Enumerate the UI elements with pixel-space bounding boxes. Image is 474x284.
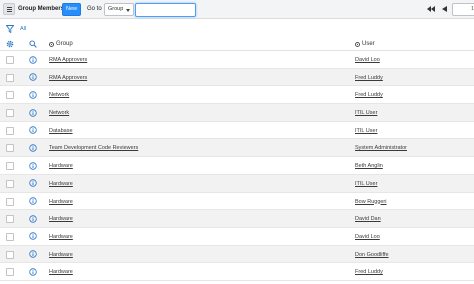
table-row: Hardware Beth Anglin [0, 157, 474, 175]
user-link[interactable]: ITIL User [355, 181, 377, 187]
row-select-checkbox[interactable] [6, 73, 14, 82]
search-icon[interactable] [29, 40, 37, 48]
info-circle-icon[interactable] [29, 161, 37, 170]
row-select-checkbox[interactable] [6, 144, 14, 153]
user-link[interactable]: ITIL User [355, 110, 377, 116]
hamburger-menu-icon[interactable] [3, 3, 15, 15]
list-title: Group Members [18, 6, 65, 12]
group-link[interactable]: Hardware [49, 216, 73, 222]
list-body: RMA Approvers David Loo RMA Approvers Fred … [0, 51, 474, 281]
goto-select-value: Group [108, 6, 124, 12]
user-link[interactable]: ITIL User [355, 128, 377, 134]
info-circle-icon[interactable] [29, 144, 37, 152]
column-header-user[interactable]: User [355, 41, 375, 47]
group-link[interactable]: RMA Approvers [49, 75, 87, 81]
table-row: Hardware Don Goodliffe [0, 245, 474, 264]
row-select-checkbox[interactable] [6, 91, 14, 100]
group-link[interactable]: Network [49, 110, 69, 116]
user-link[interactable]: Fred Luddy [355, 269, 383, 275]
row-select-checkbox[interactable] [6, 109, 14, 118]
info-circle-icon[interactable] [29, 250, 37, 258]
group-link[interactable]: Hardware [49, 252, 73, 258]
table-row: Hardware David Loo [0, 228, 474, 246]
info-circle-icon[interactable] [29, 55, 37, 64]
user-link[interactable]: Bow Ruggeri [355, 199, 387, 205]
info-circle-icon[interactable] [29, 126, 37, 134]
table-row: Hardware ITIL User [0, 174, 474, 193]
table-row: Network ITIL User [0, 104, 474, 122]
user-link[interactable]: Beth Anglin [355, 163, 383, 169]
row-select-checkbox[interactable] [6, 126, 14, 135]
row-select-checkbox[interactable] [6, 268, 14, 277]
goto-label: Go to [87, 6, 102, 12]
user-link[interactable]: Fred Luddy [355, 92, 383, 98]
info-circle-icon[interactable] [29, 214, 37, 223]
group-link[interactable]: Database [49, 128, 73, 134]
row-select-checkbox[interactable] [6, 250, 14, 259]
goto-field-select[interactable]: Group [104, 3, 134, 16]
table-row: Network Fred Luddy [0, 86, 474, 105]
user-link[interactable]: Don Goodliffe [355, 252, 389, 258]
row-select-checkbox[interactable] [6, 179, 14, 188]
table-row: Hardware David Dan [0, 210, 474, 228]
column-options-icon[interactable] [355, 41, 360, 47]
group-link[interactable]: Hardware [49, 163, 73, 169]
info-circle-icon[interactable] [29, 232, 37, 241]
info-circle-icon[interactable] [29, 179, 37, 188]
table-row: RMA Approvers Fred Luddy [0, 68, 474, 87]
search-input[interactable] [135, 3, 196, 17]
user-link[interactable]: David Loo [355, 57, 380, 63]
list-header: Group Members New Go to Group 1 [0, 0, 474, 19]
group-link[interactable]: RMA Approvers [49, 57, 87, 63]
user-link[interactable]: David Loo [355, 234, 380, 240]
gear-icon[interactable] [6, 40, 14, 48]
info-circle-icon[interactable] [29, 108, 37, 117]
column-header-row: Group User [0, 37, 474, 51]
new-button[interactable]: New [62, 3, 81, 16]
row-select-checkbox[interactable] [6, 56, 14, 64]
info-circle-icon[interactable] [29, 197, 37, 205]
user-link[interactable]: David Dan [355, 216, 381, 222]
user-link[interactable]: Fred Luddy [355, 75, 383, 81]
table-row: Team Development Code Reviewers System Ad… [0, 139, 474, 158]
column-options-icon[interactable] [49, 41, 54, 47]
column-user-label: User [362, 41, 375, 47]
group-link[interactable]: Hardware [49, 181, 73, 187]
page-number-input[interactable]: 1 [452, 3, 474, 16]
row-select-checkbox[interactable] [6, 197, 14, 206]
table-row: Database ITIL User [0, 122, 474, 140]
double-chevron-left-icon[interactable] [427, 6, 435, 12]
group-link[interactable]: Network [49, 92, 69, 98]
filter-breadcrumb-all[interactable]: All [20, 26, 26, 32]
info-circle-icon[interactable] [29, 73, 37, 81]
user-link[interactable]: System Administrator [355, 145, 407, 151]
row-select-checkbox[interactable] [6, 232, 14, 241]
row-select-checkbox[interactable] [6, 162, 14, 171]
column-group-label: Group [56, 41, 73, 47]
info-circle-icon[interactable] [29, 268, 37, 276]
group-link[interactable]: Hardware [49, 199, 73, 205]
row-select-checkbox[interactable] [6, 215, 14, 224]
chevron-left-icon[interactable] [442, 6, 447, 12]
info-circle-icon[interactable] [29, 91, 37, 99]
column-header-group[interactable]: Group [49, 41, 73, 47]
table-row: RMA Approvers David Loo [0, 51, 474, 69]
group-link[interactable]: Hardware [49, 269, 73, 275]
funnel-icon[interactable] [6, 25, 14, 33]
group-link[interactable]: Hardware [49, 234, 73, 240]
table-row: Hardware Fred Luddy [0, 263, 474, 281]
table-row: Hardware Bow Ruggeri [0, 193, 474, 211]
chevron-down-icon [126, 9, 130, 12]
group-link[interactable]: Team Development Code Reviewers [49, 145, 138, 151]
